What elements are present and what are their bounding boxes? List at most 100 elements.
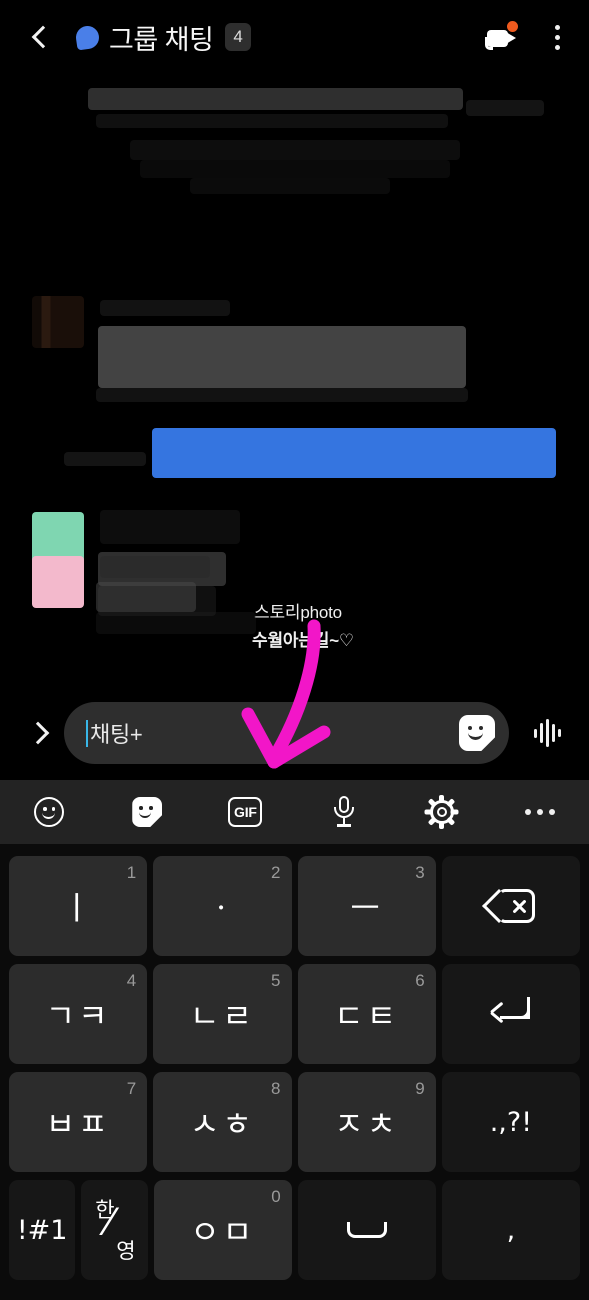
key-label: ㄱㅋ [45, 997, 111, 1035]
key-symbols[interactable]: !#1 [9, 1180, 76, 1280]
gif-button[interactable]: GIF [196, 780, 294, 844]
redacted-sender-name [100, 510, 240, 544]
key-label: ㆍ [206, 889, 239, 927]
voice-waveform-icon[interactable] [525, 715, 569, 751]
key-punctuation[interactable]: .,?! [441, 1072, 580, 1172]
key-nieun-rieul[interactable]: 5 ㄴㄹ [153, 964, 292, 1064]
key-label: ㅇㅁ [190, 1213, 256, 1251]
key-label: ㅡ [350, 889, 383, 927]
story-subtitle: 수월아는길~♡ [252, 631, 354, 650]
microphone-icon [332, 796, 356, 828]
key-label: ㅅㅎ [189, 1105, 255, 1143]
key-dot[interactable]: 2ㆍ [153, 856, 292, 956]
keyboard-row: 4 ㄱㅋ 5 ㄴㄹ 6 ㄷㅌ [6, 962, 583, 1066]
more-button[interactable] [491, 780, 589, 844]
key-backspace[interactable] [441, 856, 580, 956]
story-caption: 스토리photo [254, 603, 342, 622]
key-giyeok-kieuk[interactable]: 4 ㄱㅋ [9, 964, 148, 1064]
enter-icon [489, 997, 532, 1031]
key-label: ㄴㄹ [189, 997, 255, 1035]
chat-title-group[interactable]: 그룹 채팅 4 [74, 18, 485, 57]
key-number-label: 2 [271, 863, 281, 882]
key-number-label: 9 [415, 1079, 425, 1098]
keyboard-row: !#1 한 ⁄ 영 0 ㅇㅁ, [6, 1178, 583, 1282]
message-input-placeholder: 채팅+ [90, 722, 143, 747]
keyboard-row: 7 ㅂㅍ 8 ㅅㅎ 9 ㅈㅊ.,?! [6, 1070, 583, 1174]
chat-bubble-icon [74, 24, 101, 50]
sticker-icon [132, 797, 163, 827]
redacted-message-bubble[interactable] [98, 326, 466, 388]
member-count-badge: 4 [225, 23, 251, 51]
key-i[interactable]: 1ㅣ [9, 856, 148, 956]
gear-icon [424, 795, 459, 829]
chevron-left-icon [31, 25, 55, 49]
avatar[interactable] [32, 556, 84, 608]
search-input-container[interactable]: 채팅+ [64, 702, 509, 764]
sticker-icon[interactable] [459, 715, 495, 751]
redacted-message [96, 114, 448, 128]
message-list[interactable]: 스토리photo 수월아는길~♡ [0, 74, 589, 686]
redacted-sender-name [100, 300, 230, 316]
key-enter[interactable] [441, 964, 580, 1064]
key-space[interactable] [297, 1180, 436, 1280]
chevron-right-icon[interactable] [26, 721, 50, 745]
key-label: .,?! [489, 1106, 533, 1138]
chat-screen: 그룹 채팅 4 스토리photo 수월아는길~♡ 채팅+ GIF 1 ㅣ 2 ㆍ… [0, 0, 589, 1300]
key-label: ㅣ [61, 889, 95, 927]
key-eu[interactable]: 3ㅡ [297, 856, 436, 956]
emoji-button[interactable] [0, 780, 98, 844]
ellipsis-icon [524, 809, 555, 815]
backspace-icon [481, 889, 535, 923]
key-language-toggle[interactable]: 한 ⁄ 영 [81, 1180, 148, 1280]
avatar[interactable] [32, 296, 84, 348]
voice-input-button[interactable] [295, 780, 393, 844]
key-ieung-mieum[interactable]: 0 ㅇㅁ [153, 1180, 292, 1280]
redacted-message [466, 100, 544, 116]
korean-keyboard[interactable]: 1 ㅣ 2 ㆍ 3 ㅡ 4 ㄱㅋ 5 ㄴㄹ 6 ㄷㅌ 7 ㅂㅍ 8 ㅅㅎ 9 ㅈㅊ.,?! !#1 한 ⁄ 영 0 ㅇㅁ, [0, 844, 589, 1300]
key-bieup-pieup[interactable]: 7 ㅂㅍ [9, 1072, 148, 1172]
header-actions [485, 21, 569, 52]
settings-button[interactable] [393, 780, 491, 844]
key-label: , [506, 1214, 516, 1246]
key-number-label: 5 [271, 971, 281, 990]
key-comma[interactable]: , [441, 1180, 580, 1280]
overflow-menu-icon[interactable] [545, 22, 569, 52]
message-input-bar: 채팅+ [0, 686, 589, 780]
app-header: 그룹 채팅 4 [0, 0, 589, 74]
keyboard-toolbar: GIF [0, 780, 589, 844]
redacted-message [96, 612, 256, 634]
redacted-message [96, 388, 468, 402]
key-label: ㄷㅌ [334, 997, 400, 1035]
text-caret [86, 719, 88, 747]
key-label: ㅈㅊ [334, 1105, 400, 1143]
redacted-message-bubble[interactable] [96, 582, 196, 612]
key-number-label: 0 [271, 1187, 281, 1206]
space-icon [346, 1222, 387, 1238]
outgoing-message-bubble[interactable] [152, 428, 556, 478]
key-label: ㅂㅍ [45, 1105, 111, 1143]
key-number-label: 3 [415, 863, 425, 882]
key-number-label: 7 [126, 1079, 137, 1098]
key-number-label: 6 [415, 971, 425, 990]
key-number-label: 1 [126, 863, 137, 882]
redacted-message [140, 160, 450, 178]
page-title: 그룹 채팅 [109, 24, 214, 55]
video-call-icon[interactable] [485, 21, 519, 51]
key-number-label: 4 [126, 971, 137, 990]
key-number-label: 8 [271, 1079, 281, 1098]
key-jieut-chieut[interactable]: 9 ㅈㅊ [297, 1072, 436, 1172]
redacted-message [190, 178, 390, 194]
sticker-button[interactable] [98, 780, 196, 844]
redacted-message [130, 140, 460, 160]
emoji-smiley-icon [34, 797, 65, 827]
key-siot-hieut[interactable]: 8 ㅅㅎ [153, 1072, 292, 1172]
back-button[interactable] [26, 17, 60, 57]
key-label: !#1 [16, 1214, 68, 1246]
redacted-message [88, 88, 463, 110]
gif-icon: GIF [228, 797, 263, 827]
notification-dot [507, 21, 518, 32]
keyboard-row: 1ㅣ2ㆍ3ㅡ [6, 854, 583, 958]
key-digeut-tieut[interactable]: 6 ㄷㅌ [297, 964, 436, 1064]
message-timestamp [64, 452, 146, 466]
redacted-sender-name [100, 556, 210, 578]
